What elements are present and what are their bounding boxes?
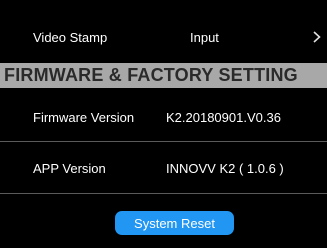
divider [0,141,327,142]
video-stamp-row[interactable]: Video Stamp Input [0,18,327,56]
system-reset-button[interactable]: System Reset [115,211,234,235]
app-version-value: INNOVV K2 ( 1.0.6 ) [166,160,284,176]
firmware-version-value: K2.20180901.V0.36 [166,109,281,125]
app-version-row: APP Version INNOVV K2 ( 1.0.6 ) [0,148,327,188]
section-title: FIRMWARE & FACTORY SETTING [4,65,298,85]
video-stamp-label: Video Stamp [33,29,108,45]
chevron-right-icon[interactable] [313,31,321,43]
firmware-factory-section-header: FIRMWARE & FACTORY SETTING [0,63,327,88]
video-stamp-value: Input [190,29,219,45]
firmware-version-row: Firmware Version K2.20180901.V0.36 [0,97,327,137]
app-version-label: APP Version [33,160,106,176]
firmware-version-label: Firmware Version [33,109,135,125]
divider [0,193,327,194]
